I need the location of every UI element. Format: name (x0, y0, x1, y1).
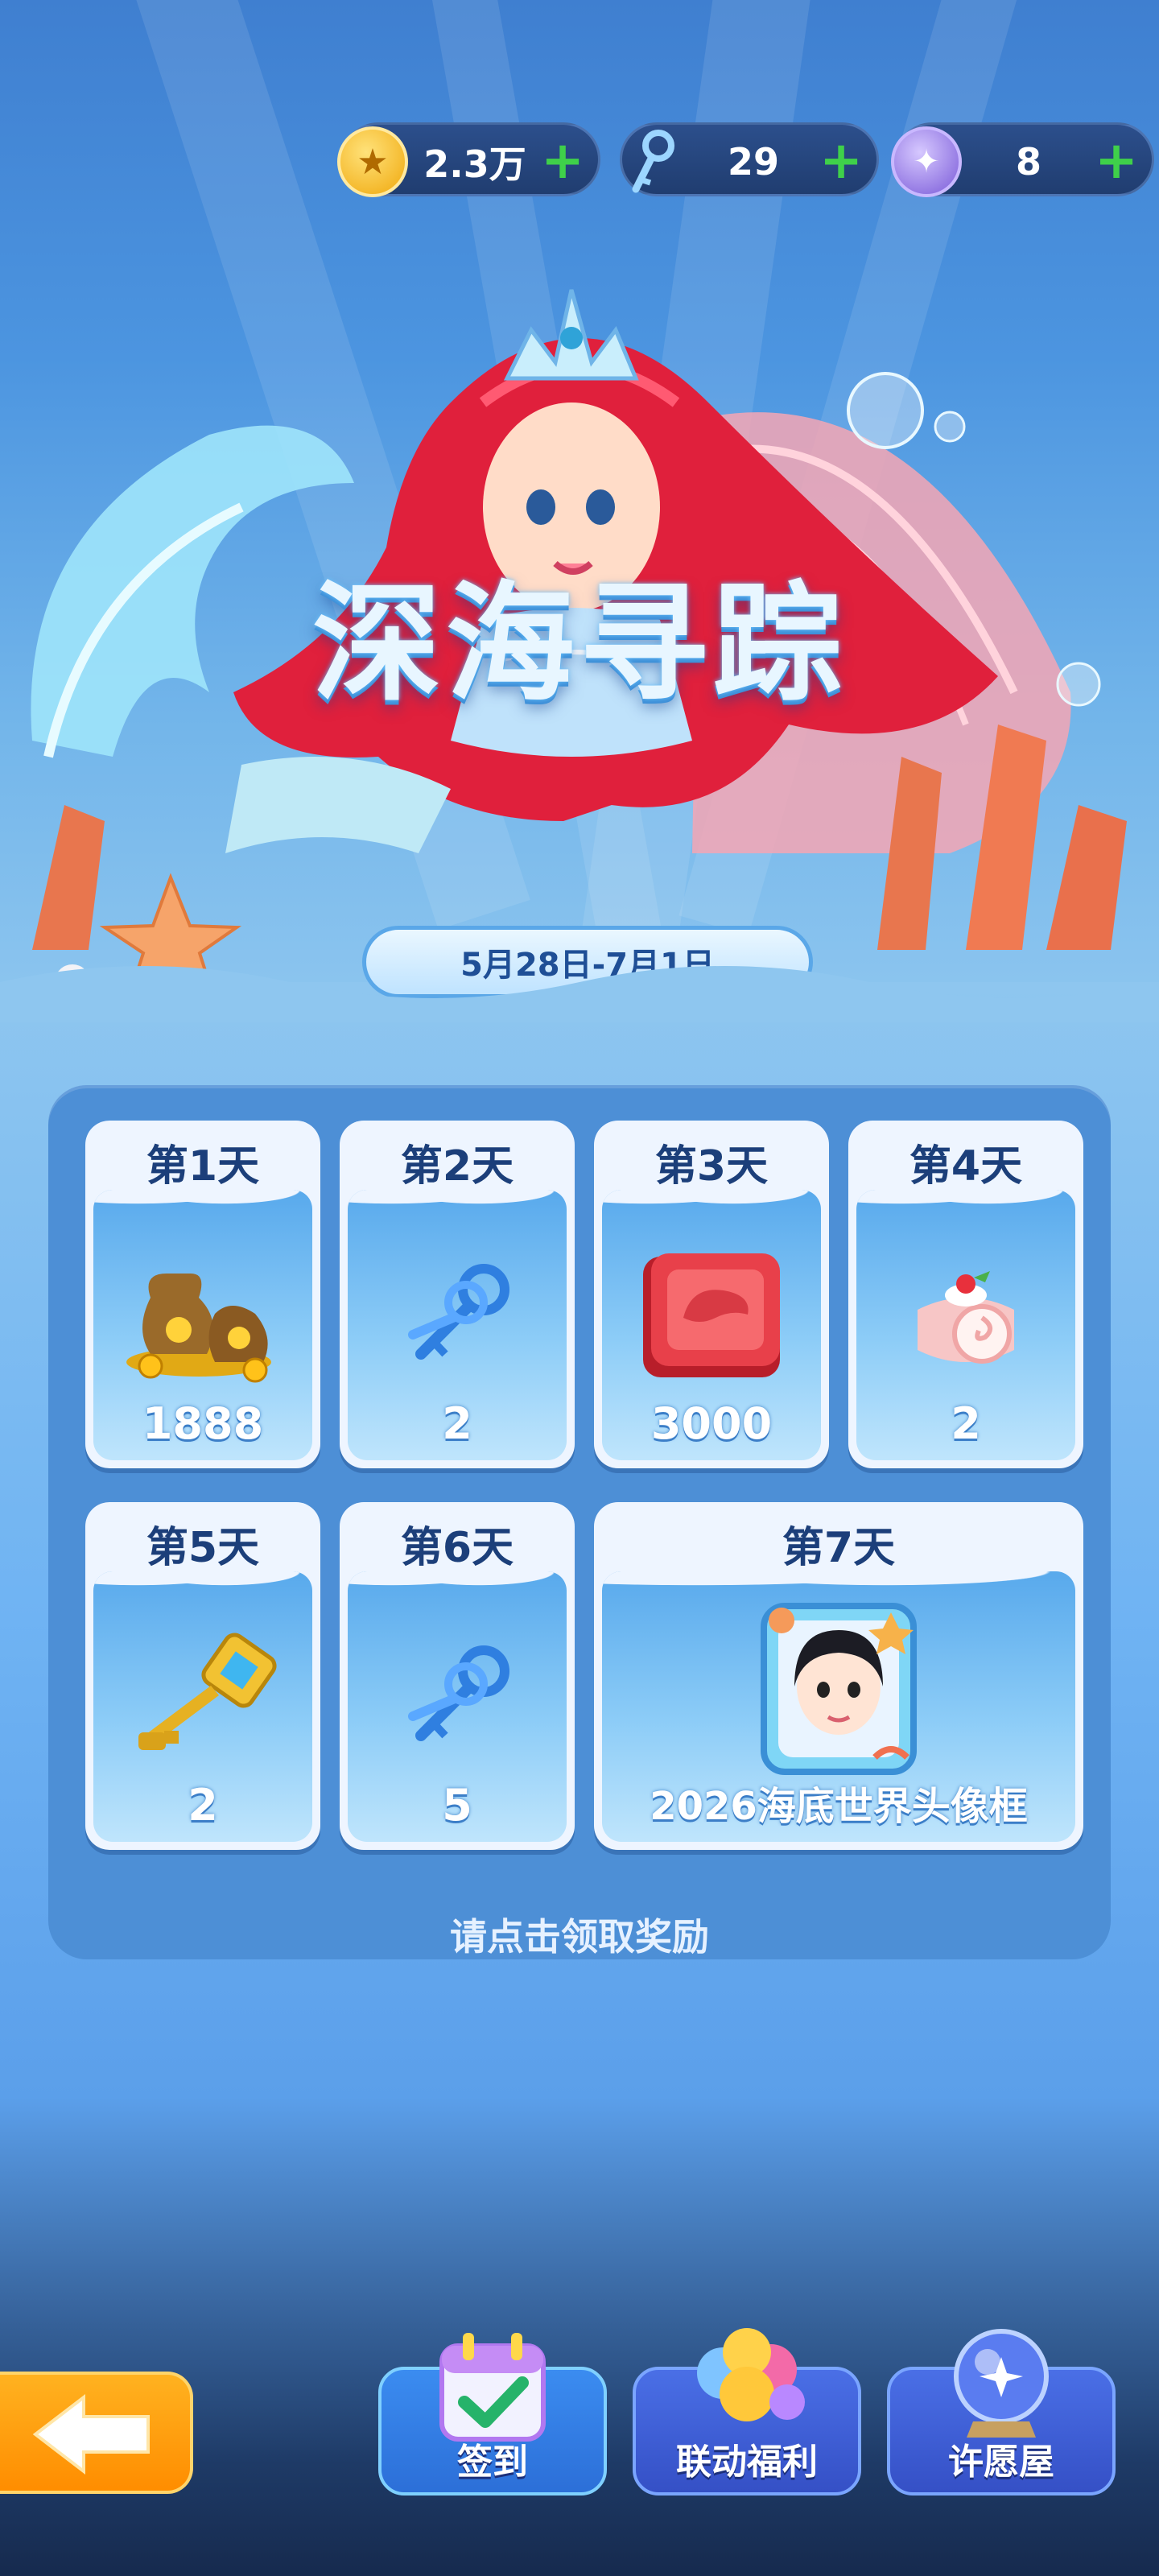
event-title: 深海寻踪 (311, 568, 847, 719)
avatar-frame-icon (754, 1596, 923, 1785)
claim-hint: 请点击领取奖励 (450, 1915, 709, 1959)
balloons-icon (683, 2325, 811, 2449)
reward-slot: 1888 (93, 1190, 312, 1460)
red-badge-icon (635, 1245, 788, 1393)
blue-keys-icon (389, 1639, 526, 1763)
reward-quantity: 2 (188, 1780, 218, 1831)
blue-keys-icon (389, 1257, 526, 1381)
checkin-rewards-panel: 第1天 1888 第2天 2 第3天 3000 第4天 2 第5天 2 第6天 … (48, 1085, 1111, 1959)
key-count: 29 (727, 140, 779, 184)
reward-card-day4[interactable]: 第4天 2 (848, 1121, 1083, 1468)
reward-slot: 2 (348, 1190, 567, 1460)
calendar-check-icon (432, 2325, 553, 2449)
add-coins-button[interactable]: + (538, 135, 587, 187)
day-label: 第1天 (146, 1142, 260, 1191)
reward-slot: 3000 (602, 1190, 821, 1460)
reward-card-day1[interactable]: 第1天 1888 (85, 1121, 320, 1468)
day-label: 第6天 (400, 1524, 514, 1572)
day-label: 第5天 (146, 1524, 260, 1572)
day-label: 第2天 (400, 1142, 514, 1191)
coin-bags-icon (118, 1249, 287, 1389)
crystal-ball-icon (941, 2325, 1062, 2449)
reward-quantity: 5 (442, 1780, 472, 1831)
reward-card-day7[interactable]: 第7天 2026海底世界头像框 (594, 1502, 1083, 1850)
golden-key-icon (122, 1631, 283, 1771)
add-keys-button[interactable]: + (817, 135, 865, 187)
reward-slot: 2026海底世界头像框 (602, 1571, 1075, 1842)
checkin-label: 签到 (457, 2442, 528, 2483)
back-arrow-icon (32, 2393, 150, 2475)
collab-label: 联动福利 (676, 2442, 818, 2483)
reward-quantity: 2026海底世界头像框 (650, 1784, 1028, 1829)
wish-house-button[interactable]: 许愿屋 (887, 2329, 1116, 2496)
add-wish-button[interactable]: + (1092, 135, 1140, 187)
wish-orb-icon: ✦ (891, 126, 962, 197)
reward-card-day5[interactable]: 第5天 2 (85, 1502, 320, 1850)
reward-quantity: 3000 (650, 1398, 773, 1449)
key-icon (616, 126, 687, 197)
collab-benefits-button[interactable]: 联动福利 (633, 2328, 861, 2496)
reward-card-day2[interactable]: 第2天 2 (340, 1121, 575, 1468)
gold-coin-icon: ★ (337, 126, 408, 197)
wave-divider (0, 966, 1159, 1022)
reward-quantity: 2 (442, 1398, 472, 1449)
reward-slot: 5 (348, 1571, 567, 1842)
checkin-tab-button[interactable]: 签到 (378, 2333, 607, 2496)
reward-card-day3[interactable]: 第3天 3000 (594, 1121, 829, 1468)
currency-keys: 29 + (620, 122, 879, 196)
reward-slot: 2 (93, 1571, 312, 1842)
day-label: 第3天 (654, 1142, 769, 1191)
back-button[interactable] (0, 2372, 193, 2494)
wish-count: 8 (1015, 140, 1041, 184)
reward-quantity: 2 (951, 1398, 981, 1449)
currency-coins: ★ 2.3万 + (337, 122, 600, 197)
cake-roll-icon (901, 1253, 1030, 1385)
currency-wish: ✦ 8 + (891, 122, 1154, 197)
day-label: 第7天 (782, 1524, 896, 1572)
day-label: 第4天 (909, 1142, 1023, 1191)
wish-label: 许愿屋 (948, 2442, 1054, 2483)
reward-card-day6[interactable]: 第6天 5 (340, 1502, 575, 1850)
reward-quantity: 1888 (142, 1398, 264, 1449)
coin-count: 2.3万 (423, 142, 526, 186)
reward-slot: 2 (856, 1190, 1075, 1460)
